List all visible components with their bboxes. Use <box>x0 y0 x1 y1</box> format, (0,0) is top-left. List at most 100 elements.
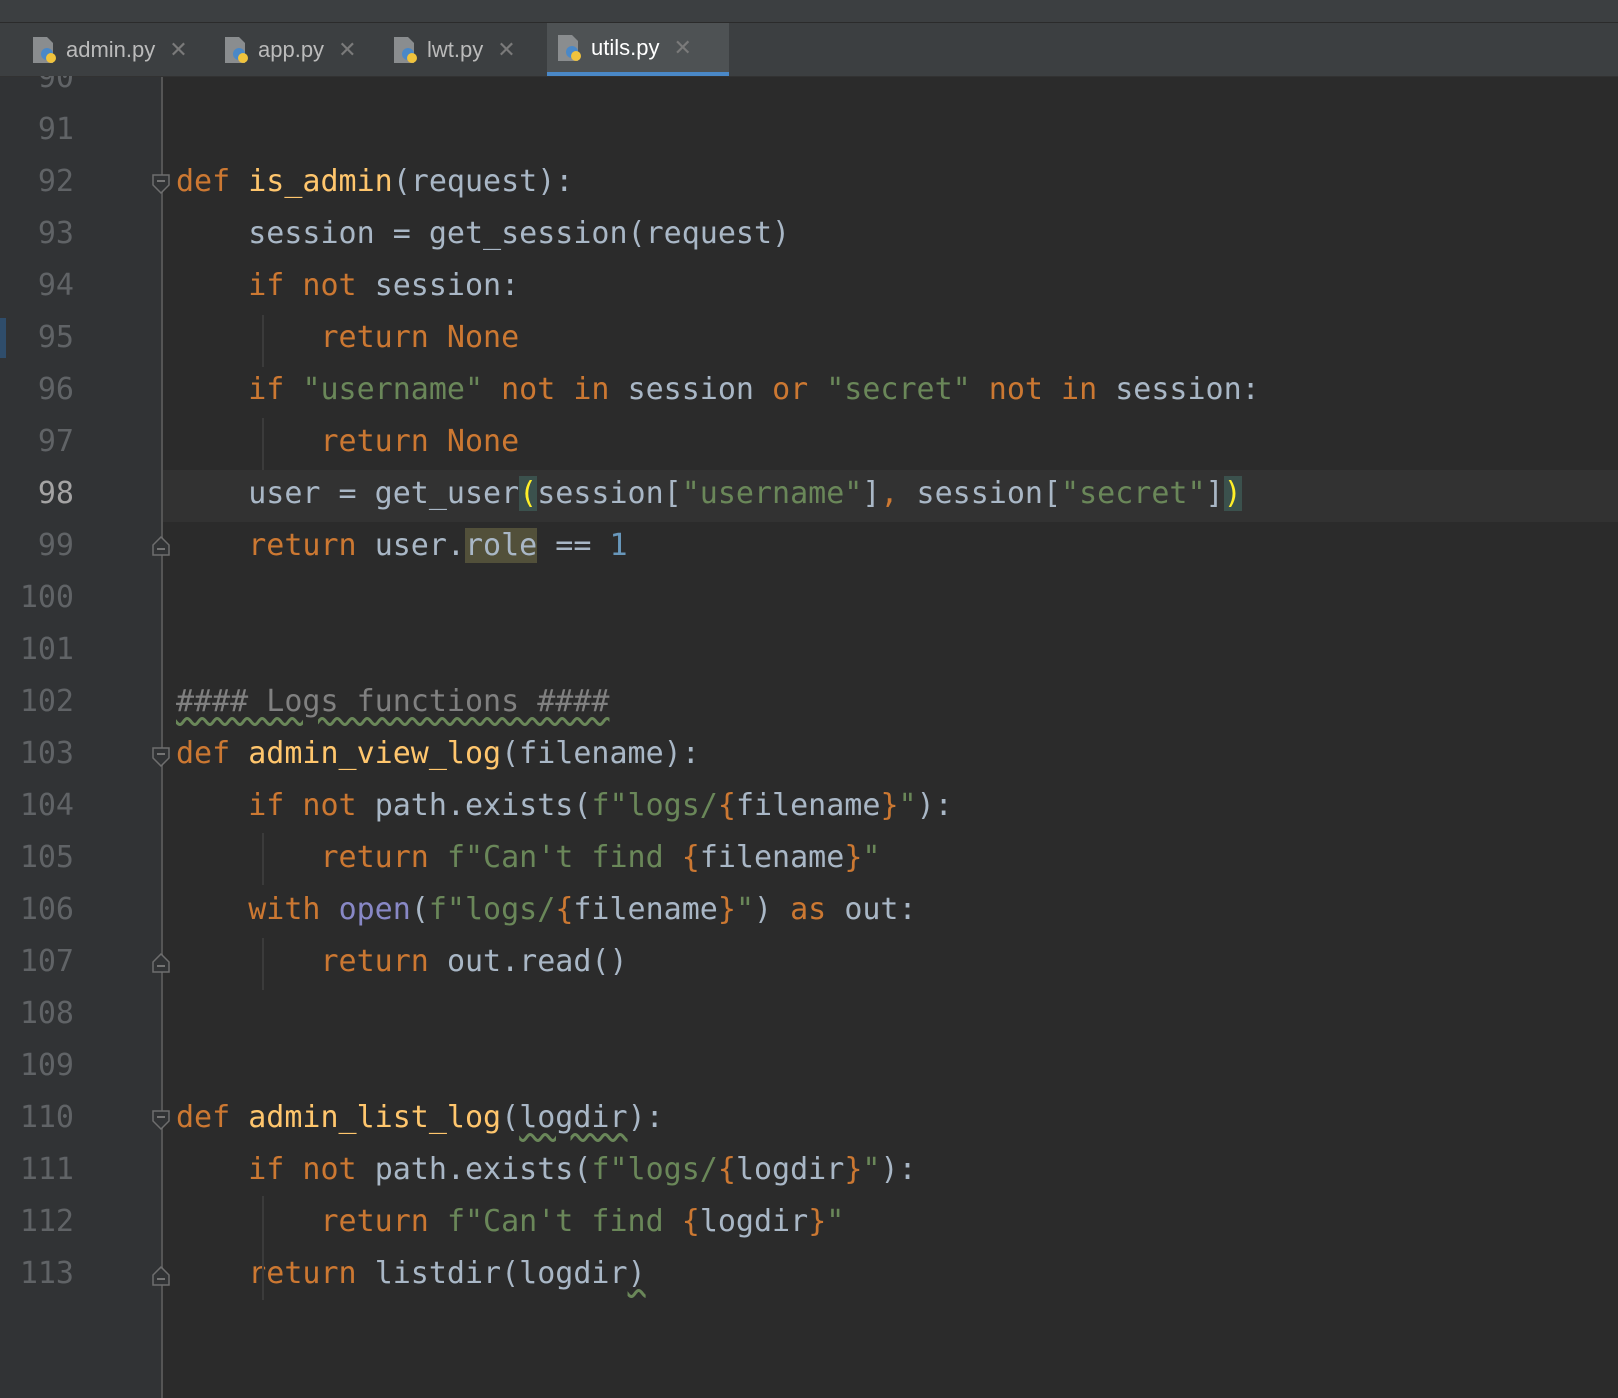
code-token: session: <box>1115 372 1260 407</box>
fold-marker-icon[interactable] <box>152 1265 170 1286</box>
code-token: return <box>176 840 447 875</box>
indent-guide <box>262 418 264 470</box>
code-token: return <box>176 528 375 563</box>
code-token: f"logs/ <box>428 892 556 927</box>
code-token: session[ <box>537 476 682 511</box>
code-token: " <box>862 840 881 875</box>
fold-marker-icon[interactable] <box>152 952 170 973</box>
code-token: , <box>880 476 917 511</box>
code-line[interactable]: def is_admin(request): <box>176 156 573 208</box>
code-token: ] <box>1205 476 1224 511</box>
code-line[interactable]: def admin_view_log(filename): <box>176 728 700 780</box>
close-icon[interactable]: ✕ <box>169 37 187 63</box>
line-number: 110 <box>19 1100 74 1135</box>
code-token: { <box>717 1152 736 1187</box>
code-token: ) <box>754 892 791 927</box>
line-number: 107 <box>19 944 74 979</box>
code-line[interactable]: return f"Can't find {filename}" <box>176 832 880 884</box>
code-token: admin_list_log <box>248 1100 502 1135</box>
code-line[interactable]: def admin_list_log(logdir): <box>176 1092 664 1144</box>
tab-label: app.py <box>258 36 325 62</box>
code-line[interactable]: if not session: <box>176 260 519 312</box>
tab-utils-py[interactable]: utils.py ✕ <box>547 23 729 76</box>
code-token: admin_view_log <box>248 736 502 771</box>
line-number: 103 <box>19 736 74 771</box>
code-token: logdir <box>735 1152 845 1187</box>
code-line[interactable]: session = get_session(request) <box>176 208 790 260</box>
gutter-divider <box>161 77 163 1398</box>
line-number: 108 <box>19 996 74 1031</box>
code-line[interactable]: with open(f"logs/{filename}") as out: <box>176 884 916 936</box>
code-token: ) <box>1223 476 1242 511</box>
code-line[interactable]: if not path.exists(f"logs/{logdir}"): <box>176 1144 917 1196</box>
code-token: { <box>681 1204 700 1239</box>
code-token: { <box>681 840 700 875</box>
code-token: ) <box>627 1256 646 1291</box>
code-token: if <box>176 372 303 407</box>
close-icon[interactable]: ✕ <box>338 37 356 63</box>
code-line[interactable]: return user.role == 1 <box>176 520 628 572</box>
close-icon[interactable]: ✕ <box>673 35 691 61</box>
code-token: user. <box>374 528 465 563</box>
left-tool-strip <box>0 77 10 1398</box>
code-line[interactable]: return f"Can't find {logdir}" <box>176 1196 844 1248</box>
code-line[interactable]: return None <box>176 416 519 468</box>
code-token: def <box>176 164 249 199</box>
fold-marker-icon[interactable] <box>152 1110 170 1131</box>
line-number: 93 <box>37 216 74 251</box>
line-number: 97 <box>37 424 74 459</box>
code-token: ): <box>880 1152 917 1187</box>
code-line[interactable]: user = get_user(session["username"], ses… <box>176 468 1242 520</box>
code-token: listdir(logdir <box>374 1256 628 1291</box>
code-token: return <box>176 944 447 979</box>
code-line[interactable]: return listdir(logdir) <box>176 1248 646 1300</box>
code-token: open <box>338 892 411 927</box>
tab-lwt-py[interactable]: lwt.py ✕ <box>383 23 535 76</box>
line-number: 94 <box>37 268 74 303</box>
fold-marker-icon[interactable] <box>152 747 170 768</box>
tab-app-py[interactable]: app.py ✕ <box>214 23 370 76</box>
code-token: ( <box>519 476 538 511</box>
code-token: f"Can't find <box>446 1204 682 1239</box>
code-token: ): <box>916 788 953 823</box>
code-line[interactable]: if "username" not in session or "secret"… <box>176 364 1260 416</box>
code-token: ] <box>862 476 881 511</box>
bookmark-marker <box>0 318 6 358</box>
code-line[interactable]: return out.read() <box>176 936 628 988</box>
line-number: 101 <box>19 632 74 667</box>
code-token: (filename): <box>501 736 700 771</box>
code-token: user = get_user <box>176 476 520 511</box>
tab-admin-py[interactable]: admin.py ✕ <box>22 23 202 76</box>
code-token: logdir <box>519 1100 628 1135</box>
code-token: out.read() <box>446 944 628 979</box>
code-token: f"logs/ <box>591 788 718 823</box>
python-file-icon <box>555 33 583 63</box>
fold-marker-icon[interactable] <box>152 174 170 195</box>
code-token: with <box>176 892 339 927</box>
indent-guide <box>262 833 264 885</box>
line-number: 96 <box>37 372 74 407</box>
code-token: session = get_session(request) <box>176 216 791 251</box>
code-token: is_admin <box>248 164 393 199</box>
code-line[interactable]: return None <box>176 312 519 364</box>
code-token: path.exists( <box>374 788 592 823</box>
line-number: 109 <box>19 1048 74 1083</box>
line-number: 91 <box>37 112 74 147</box>
code-token: == <box>537 528 610 563</box>
code-line[interactable]: if not path.exists(f"logs/{filename}"): <box>176 780 953 832</box>
code-token: return <box>176 1256 375 1291</box>
indent-guide <box>262 1248 264 1300</box>
indent-guide <box>262 1196 264 1248</box>
line-number: 105 <box>19 840 74 875</box>
code-token: logdir <box>699 1204 809 1239</box>
code-token: filename <box>735 788 881 823</box>
close-icon[interactable]: ✕ <box>497 37 515 63</box>
python-file-icon <box>391 35 419 65</box>
code-line[interactable]: #### Logs functions #### <box>176 676 609 728</box>
code-token: return None <box>176 424 520 459</box>
line-number: 112 <box>19 1204 74 1239</box>
fold-marker-icon[interactable] <box>152 535 170 556</box>
code-token: def <box>176 736 249 771</box>
code-token: 1 <box>609 528 628 563</box>
code-token: return <box>176 1204 447 1239</box>
